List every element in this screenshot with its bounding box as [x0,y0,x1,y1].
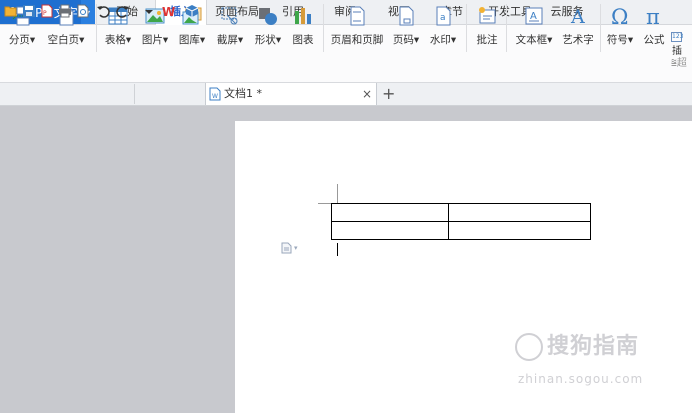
chevron-down-icon[interactable]: ▾ [238,34,243,46]
cloud-box-icon[interactable] [185,4,199,18]
chevron-down-icon[interactable]: ▾ [200,34,205,46]
formula-icon: π [643,5,665,29]
header-footer-label: 页眉和页脚 [330,34,384,46]
crop-mark [318,203,331,204]
gallery-label: 图库 [178,34,200,46]
svg-text:Ω: Ω [611,5,628,27]
screenshot-button[interactable]: 截屏▾ [213,0,247,57]
hyperlink-button[interactable]: ⩰超 [671,54,692,70]
shapes-label: 形状 [254,34,276,46]
chevron-down-icon[interactable]: ▾ [451,34,456,46]
watermark-icon: a [432,5,454,27]
customize-icon[interactable] [142,4,156,18]
wordart-icon: A [567,5,589,28]
comment-button[interactable]: 批注 [472,0,502,57]
svg-text:W: W [212,93,218,100]
symbol-label: 符号 [606,34,628,46]
page-number-label: 页码 [392,34,414,46]
chevron-down-icon[interactable]: ▾ [414,34,419,46]
watermark-label: 搜狗指南 [547,334,640,359]
svg-text:P: P [43,10,47,17]
shapes-icon [257,5,279,27]
chevron-down-icon[interactable]: ▾ [276,34,281,46]
watermark-url: zhinan.sogou.com [518,372,644,386]
shapes-button[interactable]: 形状▾ [251,0,285,57]
svg-text:a: a [440,13,446,23]
open-folder-icon[interactable] [4,4,18,18]
ribbon-divider [323,4,324,52]
paste-options-icon [281,242,292,254]
sogou-logo-icon [515,333,543,361]
textbox-icon: A [523,5,545,27]
save-icon[interactable] [22,4,36,18]
table-cell[interactable] [331,221,449,240]
textbox-button[interactable]: A 文本框▾ [512,0,556,57]
add-tab-button[interactable]: + [382,83,395,105]
blank-page-label: 空白页 [47,34,80,46]
watermark-button[interactable]: a 水印▾ [426,0,460,57]
export-pdf-icon[interactable]: P [40,4,54,18]
chart-label: 图表 [292,34,314,46]
table-cell[interactable] [331,203,449,222]
chart-icon [292,5,314,27]
formula-button[interactable]: π 公式 [640,0,668,57]
table-row [331,203,591,222]
svg-text:π: π [646,5,660,27]
page-number-icon [395,5,417,27]
document-icon: W [209,87,221,101]
document-table[interactable] [331,203,591,240]
chart-button[interactable]: 图表 [288,0,318,57]
toolbar-divider [134,84,135,104]
chevron-down-icon[interactable]: ▾ [79,34,84,46]
watermark-text: 搜狗指南 [515,328,639,361]
print-preview-icon[interactable] [76,4,90,18]
svg-text:A: A [530,11,537,22]
paste-options-button[interactable]: ▾ [281,241,303,255]
svg-text:W: W [162,5,175,18]
comment-icon [476,5,498,27]
overflow-label: 超 [676,58,687,69]
page-break-label: 分页 [8,34,30,46]
header-footer-icon [346,5,368,27]
formula-label: 公式 [643,34,665,46]
symbol-icon: Ω [609,5,631,29]
screenshot-icon [219,5,241,27]
page-number-button[interactable]: 页码▾ [389,0,423,57]
chevron-down-icon[interactable]: ▾ [547,34,552,46]
close-icon[interactable]: × [362,83,372,105]
header-footer-button[interactable]: 页眉和页脚 [328,0,386,57]
wordart-label: 艺术字 [562,34,594,46]
svg-text:A: A [570,6,585,27]
table-cell[interactable] [448,203,591,222]
ribbon-divider [600,4,601,52]
undo-icon[interactable] [96,4,110,18]
insert-more-button[interactable]: 123插 [671,30,692,57]
text-cursor [337,243,338,256]
chevron-down-icon[interactable]: ▾ [126,34,131,46]
table-cell[interactable] [448,221,591,240]
ribbon-divider [506,4,507,52]
crop-mark [337,184,338,203]
wordart-button[interactable]: A 艺术字 [560,0,596,57]
ribbon-divider [466,4,467,52]
textbox-label: 文本框 [515,34,548,46]
comment-label: 批注 [476,34,498,46]
table-label: 表格 [104,34,126,46]
document-page[interactable] [235,121,692,413]
chevron-down-icon[interactable]: ▾ [628,34,633,46]
table-row [331,221,591,240]
chevron-down-icon[interactable]: ▾ [163,34,168,46]
chevron-down-icon[interactable]: ▾ [30,34,35,46]
picture-label: 图片 [141,34,163,46]
chevron-down-icon: ▾ [294,244,298,252]
wps-logo-icon[interactable]: W [162,4,176,19]
symbol-button[interactable]: Ω 符号▾ [603,0,637,57]
screenshot-label: 截屏 [216,34,238,46]
redo-icon[interactable] [116,4,130,18]
print-icon[interactable] [58,4,72,18]
watermark-label: 水印 [429,34,451,46]
number-icon: 123 [671,32,684,42]
tab-document-label: 文档1 * [224,87,262,100]
